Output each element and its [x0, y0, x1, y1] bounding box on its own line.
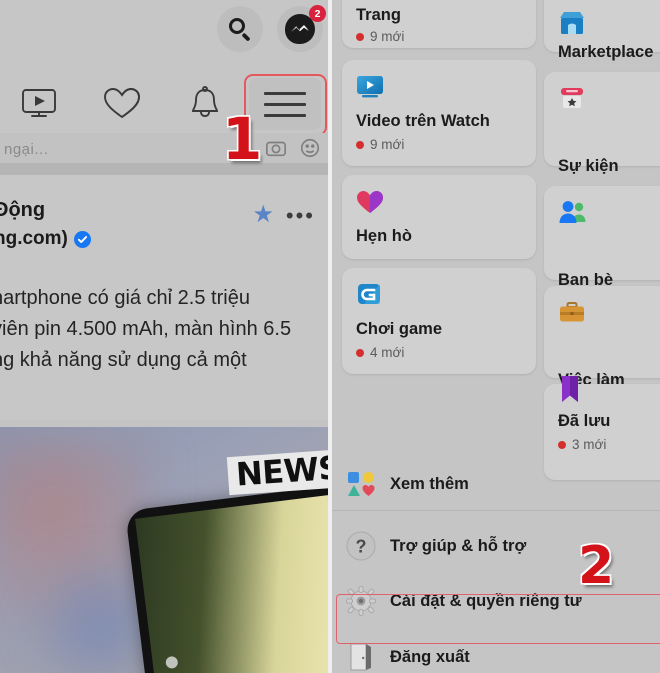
left-phone-screenshot: 2 ngại... Động ng.com) ★ ••• hartphone c…: [0, 0, 329, 673]
post-more-options-icon[interactable]: •••: [286, 205, 315, 227]
watch-tv-icon: [356, 74, 384, 105]
menu-card-events[interactable]: Sự kiện: [544, 72, 660, 175]
shapes-icon: [332, 471, 390, 497]
post-body-line: ng khả năng sử dụng cả một: [0, 349, 247, 371]
annotation-marker-1: 1: [222, 105, 263, 173]
storefront-icon: [558, 10, 586, 41]
news-watermark: NEWS: [226, 448, 329, 496]
menu-card-marketplace[interactable]: Marketplace: [544, 0, 660, 61]
menu-card-jobs[interactable]: Việc làm: [544, 286, 660, 389]
menu-card-label: Marketplace: [558, 43, 654, 61]
facebook-top-bar: 2 ngại...: [0, 0, 329, 165]
favorite-star-icon[interactable]: ★: [252, 203, 274, 227]
new-count-text: 9 mới: [370, 29, 405, 44]
menu-card-pages[interactable]: Trang 9 mới: [342, 0, 536, 48]
emoji-icon[interactable]: [299, 137, 321, 159]
comment-search-row[interactable]: ngại...: [0, 133, 329, 165]
bookmark-icon: [558, 376, 582, 411]
people-icon: [558, 200, 588, 231]
door-icon: [332, 642, 390, 672]
new-indicator-dot: [356, 32, 364, 41]
menu-card-label: Trang: [356, 6, 401, 24]
post-page-handle-text: ng.com): [0, 228, 68, 249]
menu-item-label: Đăng xuất: [390, 647, 470, 666]
menu-item-label: Xem thêm: [390, 474, 469, 493]
new-indicator-dot: [558, 440, 566, 449]
menu-item-see-more[interactable]: Xem thêm: [332, 457, 660, 511]
post-page-handle: ng.com): [0, 228, 91, 250]
screenshot-root: 2 ngại... Động ng.com) ★ ••• hartphone c…: [0, 0, 660, 673]
menu-card-label: Sự kiện: [558, 157, 619, 175]
menu-card-label: Đã lưu: [558, 412, 611, 430]
heart-icon: [356, 189, 384, 220]
gear-icon: [332, 586, 390, 616]
new-indicator-dot: [356, 348, 364, 357]
menu-item-label: Trợ giúp & hỗ trợ: [390, 536, 527, 555]
menu-card-friends[interactable]: Bạn bè: [544, 186, 660, 289]
menu-card-new-count: 4 mới: [356, 345, 404, 360]
post-body-text: hartphone có giá chỉ 2.5 triệu viên pin …: [0, 283, 329, 376]
menu-item-label: Cài đặt & quyền riêng tư: [390, 591, 582, 610]
post-body-line: hartphone có giá chỉ 2.5 triệu: [0, 287, 250, 309]
post-page-name: Động: [0, 199, 46, 221]
new-indicator-dot: [356, 140, 364, 149]
new-count-text: 4 mới: [370, 345, 405, 360]
messenger-unread-badge: 2: [309, 5, 326, 22]
top-action-icons: 2: [217, 5, 326, 52]
search-icon[interactable]: [217, 6, 263, 52]
menu-card-label: Video trên Watch: [356, 112, 490, 130]
svg-text:?: ?: [356, 537, 367, 557]
news-watermark-text: NEWS: [234, 448, 329, 494]
post-header: Động ng.com) ★ •••: [0, 199, 329, 261]
menu-card-watch[interactable]: Video trên Watch 9 mới: [342, 60, 536, 166]
list-divider: [332, 510, 660, 511]
new-count-text: 3 mới: [572, 437, 607, 452]
gamepad-icon: [356, 282, 384, 313]
menu-card-dating[interactable]: Hẹn hò: [342, 175, 536, 259]
dating-heart-icon[interactable]: [82, 86, 164, 120]
post-body-line: viên pin 4.500 mAh, màn hình 6.5: [0, 318, 292, 340]
briefcase-icon: [558, 300, 586, 331]
search-placeholder-text: ngại...: [4, 140, 49, 158]
menu-card-gaming[interactable]: Chơi game 4 mới: [342, 268, 536, 374]
camera-icon[interactable]: [265, 137, 287, 159]
magnifier-glyph: [228, 17, 252, 42]
question-icon: ?: [332, 531, 390, 561]
watch-video-icon[interactable]: [0, 87, 82, 119]
new-count-text: 9 mới: [370, 137, 405, 152]
menu-card-new-count: 3 mới: [558, 437, 606, 452]
menu-card-new-count: 9 mới: [356, 29, 404, 44]
menu-card-new-count: 9 mới: [356, 137, 404, 152]
ticket-star-icon: [558, 86, 586, 117]
annotation-marker-2: 2: [578, 536, 615, 596]
menu-shortcut-grid: Trang 9 mới Marketplace Video trên Watch…: [332, 0, 660, 480]
composer-icons: [265, 137, 321, 159]
menu-card-label: Hẹn hò: [356, 227, 412, 245]
menu-card-label: Chơi game: [356, 320, 442, 338]
messenger-icon[interactable]: 2: [277, 5, 326, 52]
verified-badge-icon: [73, 230, 91, 248]
menu-item-log-out[interactable]: Đăng xuất: [332, 630, 660, 673]
feed-post: Động ng.com) ★ ••• hartphone có giá chỉ …: [0, 175, 329, 420]
post-attached-image: NEWS: [0, 427, 329, 673]
feed-divider: [0, 163, 329, 175]
